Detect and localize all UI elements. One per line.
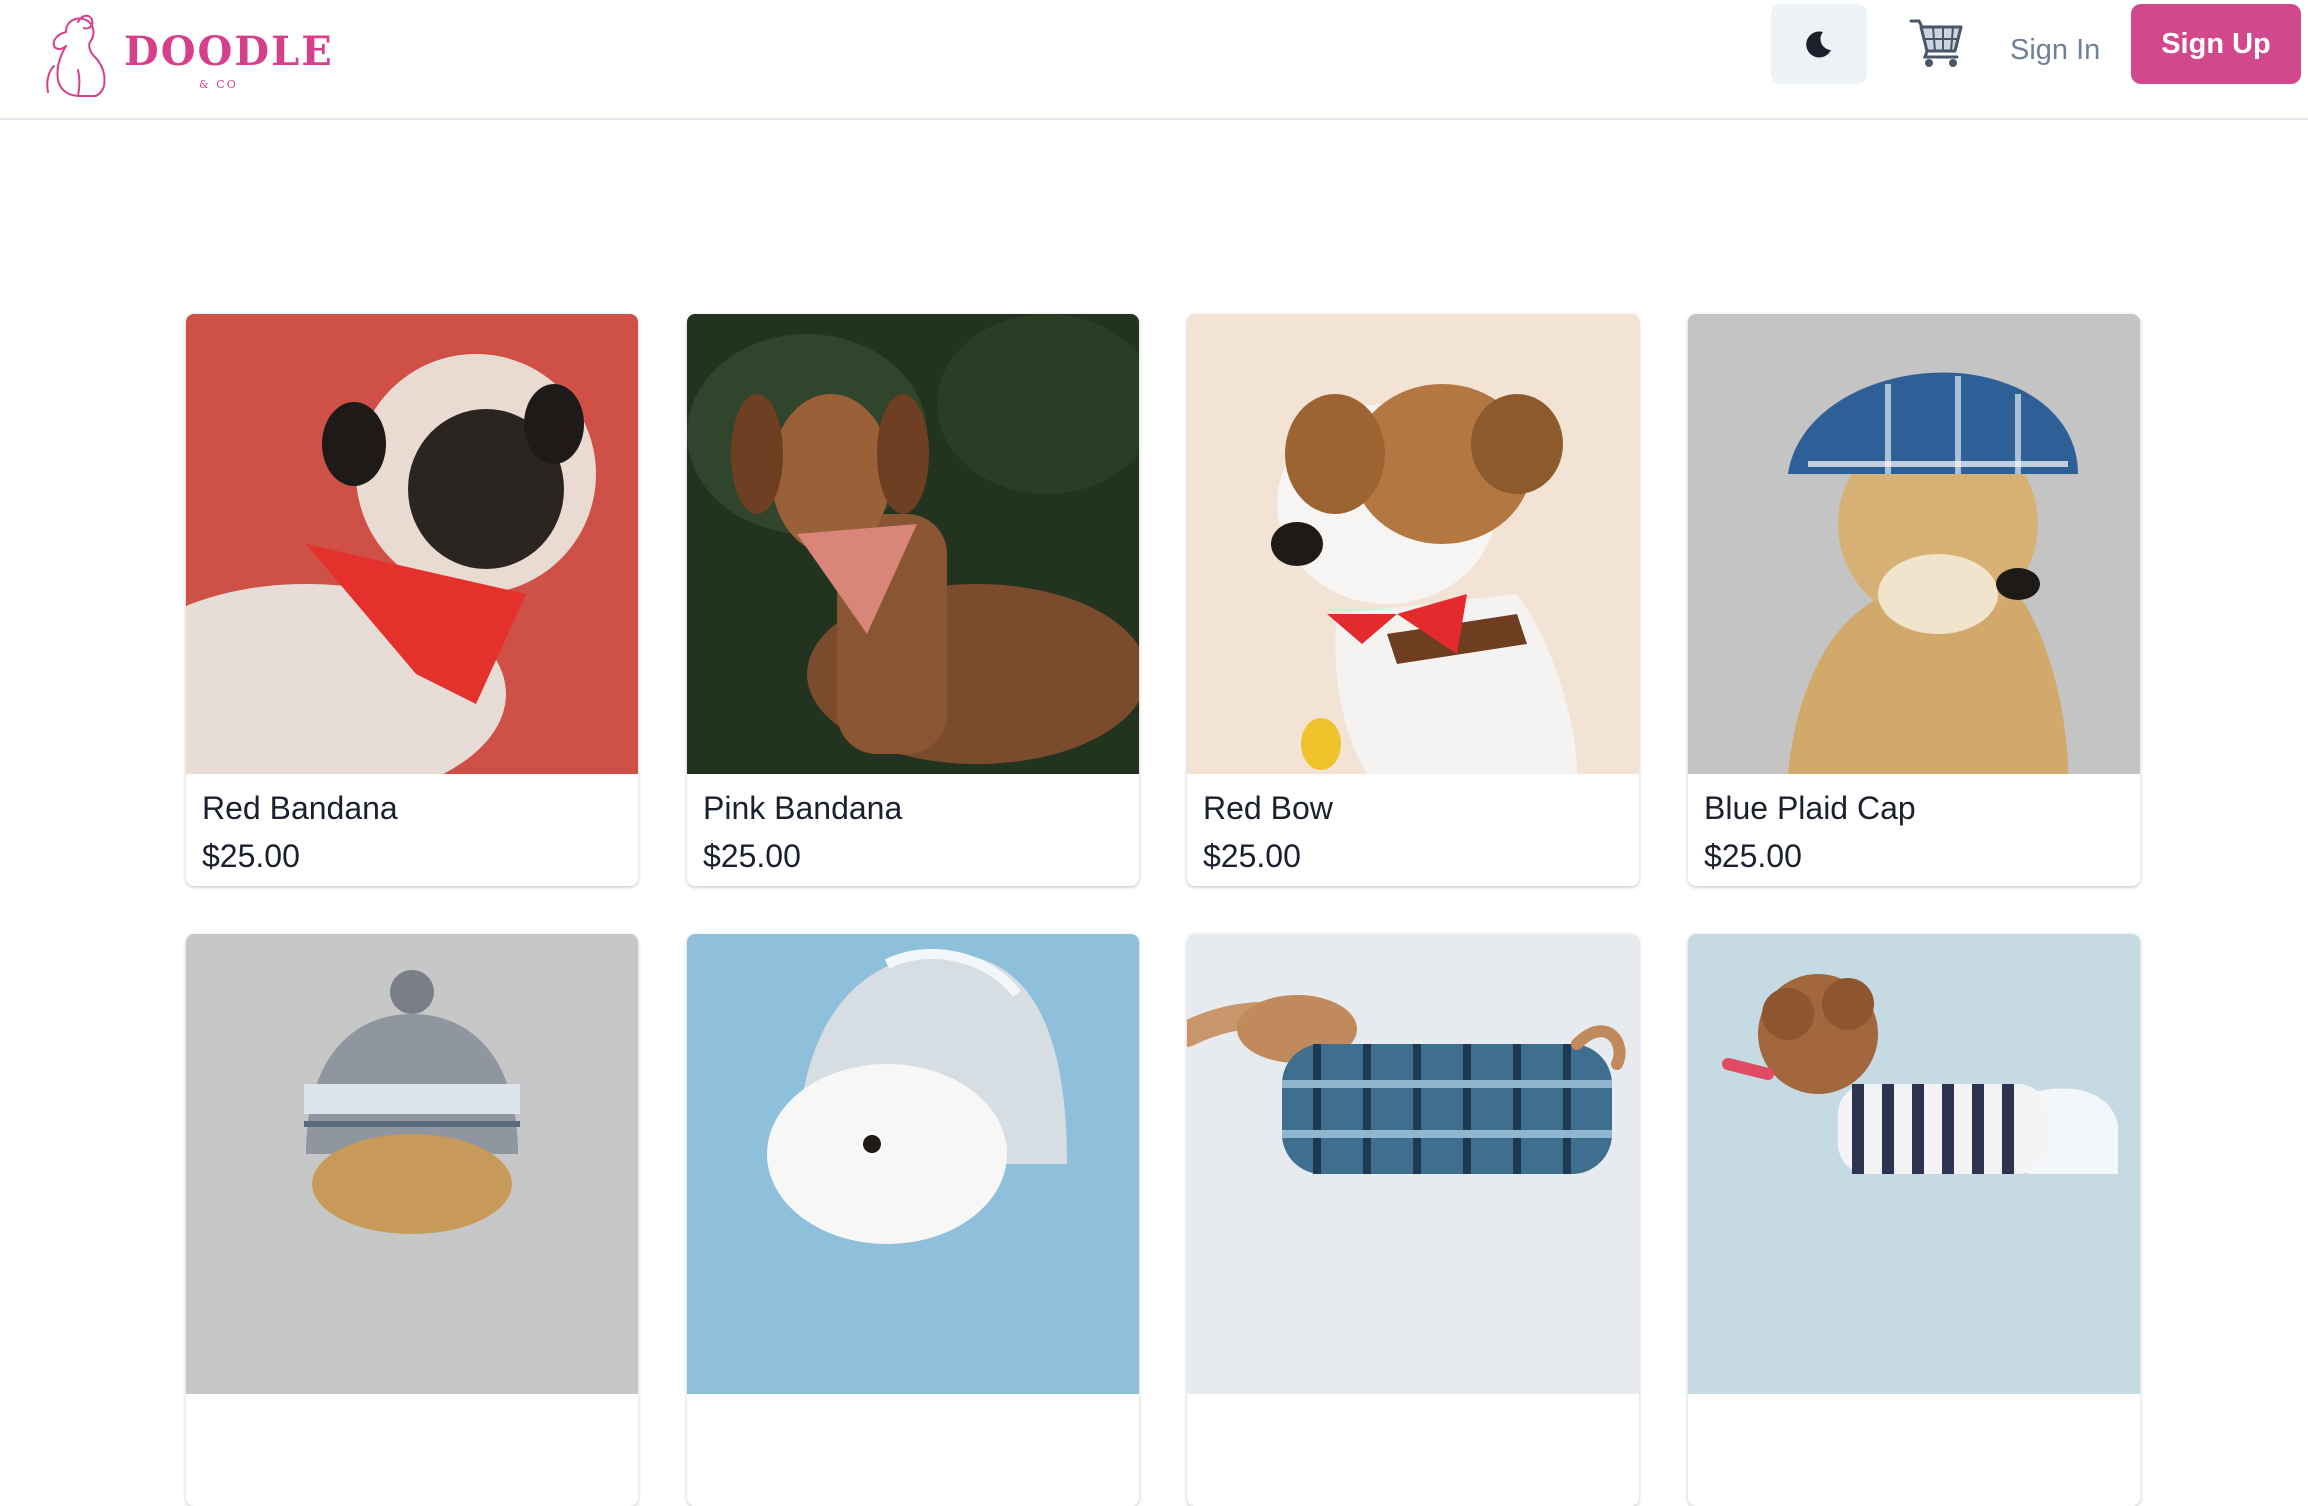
product-image xyxy=(186,314,638,774)
product-image xyxy=(1688,934,2140,1394)
product-image xyxy=(687,934,1139,1394)
product-name: Blue Plaid Cap xyxy=(1704,790,1916,826)
product-card[interactable]: Red Bow $25.00 xyxy=(1187,314,1639,886)
product-card[interactable]: Pink Bandana $25.00 xyxy=(687,314,1139,886)
product-price: $25.00 xyxy=(703,838,801,874)
product-image xyxy=(1187,314,1639,774)
cart-icon xyxy=(1909,19,1963,67)
product-card[interactable] xyxy=(1187,934,1639,1506)
product-card[interactable] xyxy=(186,934,638,1506)
product-image xyxy=(1688,314,2140,774)
product-name: Red Bandana xyxy=(202,790,398,826)
product-card[interactable]: Blue Plaid Cap $25.00 xyxy=(1688,314,2140,886)
cart-button[interactable] xyxy=(1905,10,1969,76)
brand-subtitle: & CO xyxy=(199,78,238,91)
product-image xyxy=(186,934,638,1394)
brand-logo[interactable]: DOODLE & CO xyxy=(44,12,334,98)
brand-name: DOODLE xyxy=(124,28,334,75)
product-price: $25.00 xyxy=(202,838,300,874)
sign-in-link[interactable]: Sign In xyxy=(2010,34,2100,67)
theme-toggle-button[interactable] xyxy=(1771,4,1867,84)
product-name: Red Bow xyxy=(1203,790,1333,826)
product-card[interactable] xyxy=(687,934,1139,1506)
sign-up-button[interactable]: Sign Up xyxy=(2131,4,2301,84)
top-navbar: DOODLE & CO Sign In Sign Up xyxy=(0,0,2308,120)
product-price: $25.00 xyxy=(1704,838,1802,874)
product-image xyxy=(687,314,1139,774)
moon-icon xyxy=(1806,31,1831,58)
product-price: $25.00 xyxy=(1203,838,1301,874)
product-image xyxy=(1187,934,1639,1394)
dog-logo-icon xyxy=(46,14,106,97)
product-name: Pink Bandana xyxy=(703,790,903,826)
product-card[interactable]: Red Bandana $25.00 xyxy=(186,314,638,886)
product-card[interactable] xyxy=(1688,934,2140,1506)
